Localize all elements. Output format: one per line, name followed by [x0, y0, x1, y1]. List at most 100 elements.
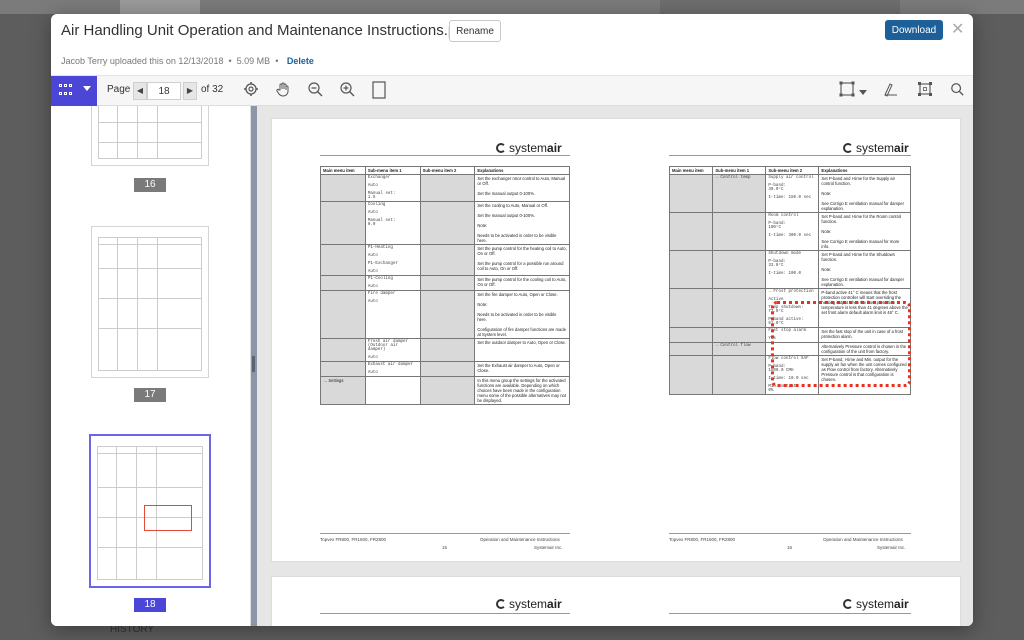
- prev-page-button[interactable]: ◀: [133, 82, 147, 100]
- document-preview-modal: Air Handling Unit Operation and Maintena…: [51, 14, 973, 626]
- select-area-icon[interactable]: [837, 81, 857, 101]
- table-header-cell: Explanations: [474, 166, 570, 175]
- table-row: Fire damper Auto Set the fire damper to Au…: [320, 290, 570, 339]
- table-cell: → Settings: [320, 376, 366, 405]
- table-cell: [712, 355, 767, 395]
- table-header-cell: Main menu item: [668, 166, 714, 175]
- fit-page-icon[interactable]: [369, 81, 389, 101]
- draw-icon[interactable]: [881, 81, 901, 101]
- table-cell: Fire damper Auto: [364, 290, 421, 339]
- table-row: → Control temp Supply air control P-band: 3…: [668, 174, 911, 213]
- systemair-logo: systemair: [843, 597, 909, 611]
- footer-page-number: 16: [787, 545, 793, 550]
- table-cell: [712, 212, 767, 251]
- table-cell: [320, 201, 366, 245]
- document-page-right: systemair Main menu item Sub-menu item 1S…: [617, 119, 962, 563]
- gear-icon[interactable]: [241, 81, 261, 101]
- table-cell: Set P-band and I-time for the Shutdown f…: [818, 250, 911, 289]
- table-cell: [320, 290, 366, 339]
- table-cell: Cooling Auto Manual set: 0.0: [364, 201, 421, 245]
- viewer-toolbar: Page ◀ ▶ of 32: [51, 76, 973, 106]
- footer-company: Systemair Inc.: [534, 545, 563, 550]
- table-row: Room control P-band: 100°C I-time: 300.0 se…: [668, 212, 911, 251]
- table-cell: Set the Exhaust air damper to Auto, Open…: [474, 361, 570, 377]
- zoom-out-icon[interactable]: [305, 81, 325, 101]
- footer-company: Systemair Inc.: [877, 545, 906, 550]
- page-thumbnail-16[interactable]: [91, 106, 209, 166]
- table-header-cell: Explanations: [818, 166, 911, 175]
- table-cell: → Control temp: [712, 174, 767, 213]
- table-cell: Set P-band and I-time for the Supply air…: [818, 174, 911, 213]
- table-cell: [668, 288, 714, 328]
- table-cell: [320, 174, 366, 202]
- rename-button[interactable]: Rename: [449, 20, 501, 42]
- table-cell: Set the exchanger rotor control to Auto,…: [474, 174, 570, 202]
- table-cell: Set the cooling to Auto, Manual or Off. S…: [474, 201, 570, 245]
- table-cell: [668, 212, 714, 251]
- page-thumbnail-18[interactable]: [89, 434, 211, 588]
- next-page-button[interactable]: ▶: [183, 82, 197, 100]
- table-cell: → Control flow: [712, 342, 767, 356]
- document-viewer[interactable]: systemair Main menu item Sub-menu item 1S…: [257, 106, 973, 626]
- modal-header: Air Handling Unit Operation and Maintena…: [51, 14, 973, 76]
- file-title: Air Handling Unit Operation and Maintena…: [61, 22, 469, 39]
- chevron-down-icon: [83, 86, 91, 91]
- table-cell: [419, 174, 476, 202]
- table-cell: Shutdown mode P-band: 33.0°C I-time: 100.0: [765, 250, 820, 289]
- systemair-logo: systemair: [496, 597, 562, 611]
- crop-icon[interactable]: [915, 81, 935, 101]
- next-page-spread: systemair systemair: [271, 576, 961, 626]
- table-cell: Exhaust air damper Auto: [364, 361, 421, 377]
- footer-model: Topvex FR800, FR1600, FR2800: [669, 537, 736, 542]
- table-cell: [712, 250, 767, 289]
- file-meta: Jacob Terry uploaded this on 12/13/2018 …: [61, 56, 314, 66]
- footer-page-number: 15: [442, 545, 448, 550]
- footer-title: Operation and Maintenance Instructions: [480, 537, 560, 542]
- thumbnail-annotation-box: [144, 505, 192, 531]
- page-spread: systemair Main menu item Sub-menu item 1S…: [271, 118, 961, 562]
- table-cell: [419, 376, 476, 405]
- annotation-highlight-box[interactable]: [771, 301, 911, 387]
- table-cell: [668, 174, 714, 213]
- chevron-down-icon[interactable]: [857, 81, 869, 101]
- table-cell: [668, 355, 714, 395]
- table-cell: [668, 327, 714, 343]
- thumbnail-number[interactable]: 16: [134, 178, 166, 192]
- zoom-in-icon[interactable]: [337, 81, 357, 101]
- table-cell: Set the pump control for the cooling coi…: [474, 275, 570, 291]
- table-cell: [320, 275, 366, 291]
- hand-icon[interactable]: [273, 81, 293, 101]
- download-button[interactable]: Download: [885, 20, 943, 40]
- table-header-cell: Sub-menu item 1: [364, 166, 421, 175]
- menu-table: Main menu item Sub-menu item 1 Sub-menu it…: [320, 166, 570, 405]
- search-icon[interactable]: [947, 81, 967, 101]
- table-row: → Settings In this menu group the setting…: [320, 376, 570, 405]
- delete-link[interactable]: Delete: [287, 56, 314, 66]
- footer-model: Topvex FR800, FR1600, FR2800: [320, 537, 387, 542]
- thumbnail-sidebar[interactable]: 16 17 18: [51, 106, 251, 626]
- table-header-cell: Sub-menu item 2: [765, 166, 820, 175]
- table-cell: Set the pump control for the heating coi…: [474, 244, 570, 276]
- table-cell: [712, 327, 767, 343]
- table-cell: In this menu group the settings for the …: [474, 376, 570, 405]
- thumbnail-view-toggle[interactable]: [51, 76, 97, 106]
- table-cell: [668, 250, 714, 289]
- table-row: Shutdown mode P-band: 33.0°C I-time: 100.0 S…: [668, 250, 911, 289]
- table-cell: Set P-band and I-time for the Room contr…: [818, 212, 911, 251]
- grid-icon: [59, 84, 73, 98]
- thumbnail-number[interactable]: 17: [134, 388, 166, 402]
- table-row: P1-Heating Auto P1-Exchanger Auto Set the pu…: [320, 244, 570, 276]
- page-number-input[interactable]: [147, 82, 181, 100]
- page-thumbnail-17[interactable]: [91, 226, 209, 378]
- table-cell: [419, 201, 476, 245]
- thumbnail-number[interactable]: 18: [134, 598, 166, 612]
- table-cell: [364, 376, 421, 405]
- table-cell: [419, 244, 476, 276]
- table-cell: [712, 288, 767, 328]
- table-cell: [320, 244, 366, 276]
- systemair-logo: systemair: [496, 141, 562, 155]
- meta-separator: •: [225, 56, 235, 66]
- table-cell: Set the outdoor damper to Auto, Open or …: [474, 338, 570, 362]
- close-icon[interactable]: ✕: [951, 19, 964, 39]
- uploader-text: Jacob Terry uploaded this on 12/13/2018: [61, 56, 224, 66]
